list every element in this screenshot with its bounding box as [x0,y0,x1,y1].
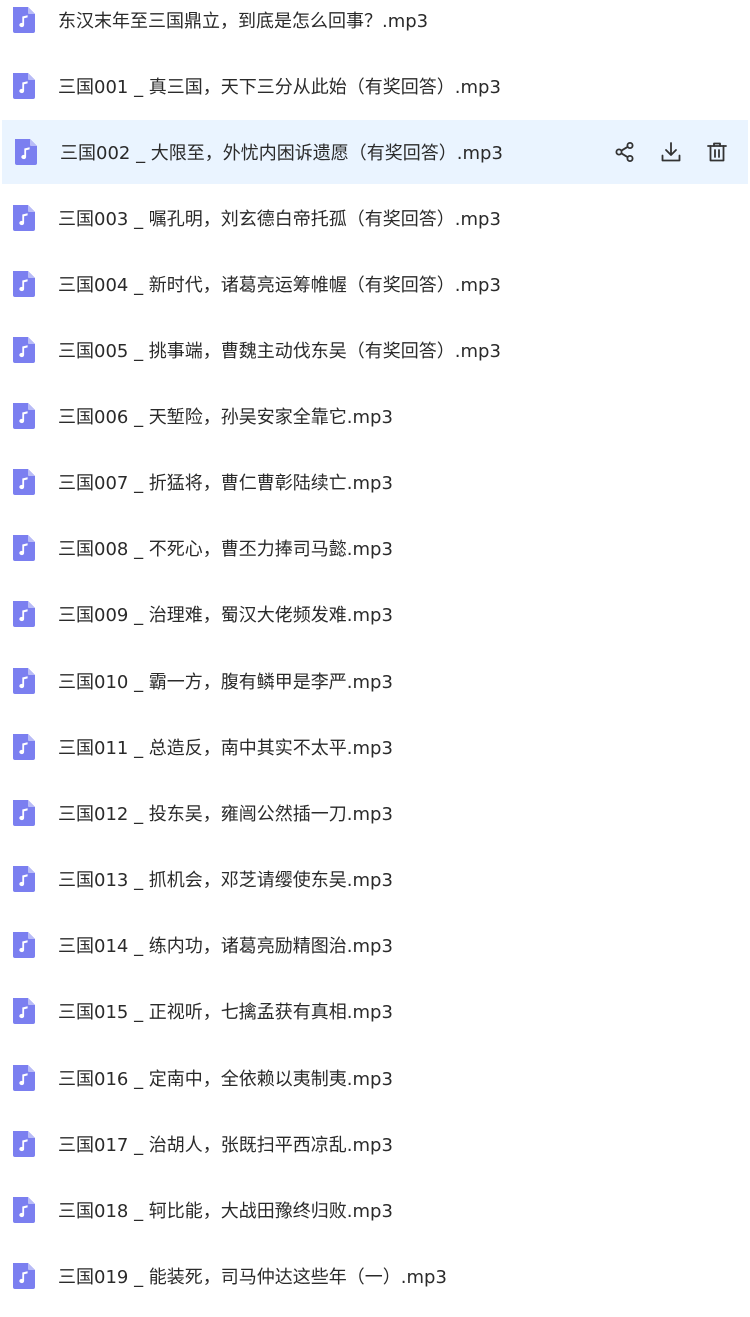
file-name: 三国003 _ 嘱孔明，刘玄德白帝托孤（有奖回答）.mp3 [58,209,501,230]
audio-file-icon [9,467,39,497]
file-name: 三国012 _ 投东吴，雍闿公然插一刀.mp3 [58,804,393,825]
audio-file-icon [9,1195,39,1225]
share-icon [615,142,634,162]
share-button[interactable] [612,139,638,165]
file-row[interactable]: 三国003 _ 嘱孔明，刘玄德白帝托孤（有奖回答）.mp3 [0,186,750,250]
audio-file-icon [9,798,39,828]
audio-file-icon [9,533,39,563]
audio-file-icon [9,71,39,101]
file-row[interactable]: 三国017 _ 治胡人，张既扫平西凉乱.mp3 [0,1112,750,1176]
audio-file-icon [9,203,39,233]
file-row[interactable]: 三国015 _ 正视听，七擒孟获有真相.mp3 [0,979,750,1043]
audio-file-icon [9,666,39,696]
file-name: 三国008 _ 不死心，曹丕力捧司马懿.mp3 [58,539,393,560]
file-row[interactable]: 三国001 _ 真三国，天下三分从此始（有奖回答）.mp3 [0,54,750,118]
audio-file-icon [9,5,39,35]
file-name: 三国009 _ 治理难，蜀汉大佬频发难.mp3 [58,605,393,626]
file-name: 三国019 _ 能装死，司马仲达这些年（一）.mp3 [58,1267,447,1288]
audio-file-icon [9,732,39,762]
file-row[interactable]: 三国012 _ 投东吴，雍闿公然插一刀.mp3 [0,781,750,845]
file-name: 三国015 _ 正视听，七擒孟获有真相.mp3 [58,1002,393,1023]
file-row[interactable]: 三国013 _ 抓机会，邓芝请缨使东吴.mp3 [0,847,750,911]
delete-icon [707,142,727,162]
file-list: 东汉末年至三国鼎立，到底是怎么回事？.mp3 三国001 _ 真三国，天下三分从… [0,0,750,1317]
file-name: 三国011 _ 总造反，南中其实不太平.mp3 [58,738,393,759]
file-name: 三国001 _ 真三国，天下三分从此始（有奖回答）.mp3 [58,77,501,98]
audio-file-icon [9,335,39,365]
audio-file-icon [9,1063,39,1093]
file-name: 三国013 _ 抓机会，邓芝请缨使东吴.mp3 [58,870,393,891]
file-name: 三国007 _ 折猛将，曹仁曹彰陆续亡.mp3 [58,473,393,494]
file-name: 三国014 _ 练内功，诸葛亮励精图治.mp3 [58,936,393,957]
file-name: 三国002 _ 大限至，外忧内困诉遗愿（有奖回答）.mp3 [60,143,503,164]
delete-button[interactable] [704,139,730,165]
audio-file-icon [9,269,39,299]
file-row[interactable]: 三国004 _ 新时代，诸葛亮运筹帷幄（有奖回答）.mp3 [0,252,750,316]
audio-file-icon [9,599,39,629]
file-row[interactable]: 三国014 _ 练内功，诸葛亮励精图治.mp3 [0,913,750,977]
file-row[interactable]: 三国016 _ 定南中，全依赖以夷制夷.mp3 [0,1046,750,1110]
file-row[interactable]: 三国010 _ 霸一方，腹有鳞甲是李严.mp3 [0,649,750,713]
file-row[interactable]: 三国007 _ 折猛将，曹仁曹彰陆续亡.mp3 [0,450,750,514]
file-row[interactable]: 三国018 _ 轲比能，大战田豫终归败.mp3 [0,1178,750,1242]
file-row[interactable]: 三国009 _ 治理难，蜀汉大佬频发难.mp3 [0,582,750,646]
file-row-selected[interactable]: 三国002 _ 大限至，外忧内困诉遗愿（有奖回答）.mp3 [2,120,748,184]
audio-file-icon [9,1261,39,1291]
audio-file-icon [11,137,41,167]
file-row[interactable]: 三国008 _ 不死心，曹丕力捧司马懿.mp3 [0,516,750,580]
audio-file-icon [9,864,39,894]
download-button[interactable] [658,139,684,165]
file-name: 三国016 _ 定南中，全依赖以夷制夷.mp3 [58,1069,393,1090]
file-name: 三国018 _ 轲比能，大战田豫终归败.mp3 [58,1201,393,1222]
file-name: 三国010 _ 霸一方，腹有鳞甲是李严.mp3 [58,672,393,693]
audio-file-icon [9,401,39,431]
file-name: 东汉末年至三国鼎立，到底是怎么回事？.mp3 [58,11,429,32]
audio-file-icon [9,996,39,1026]
file-row[interactable]: 三国005 _ 挑事端，曹魏主动伐东吴（有奖回答）.mp3 [0,318,750,382]
audio-file-icon [9,930,39,960]
file-row[interactable]: 三国011 _ 总造反，南中其实不太平.mp3 [0,715,750,779]
file-row[interactable]: 三国006 _ 天堑险，孙吴安家全靠它.mp3 [0,384,750,448]
file-name: 三国004 _ 新时代，诸葛亮运筹帷幄（有奖回答）.mp3 [58,275,501,296]
file-name: 三国017 _ 治胡人，张既扫平西凉乱.mp3 [58,1135,393,1156]
file-name: 三国005 _ 挑事端，曹魏主动伐东吴（有奖回答）.mp3 [58,341,501,362]
file-row[interactable]: 三国019 _ 能装死，司马仲达这些年（一）.mp3 [0,1244,750,1308]
file-row[interactable]: 东汉末年至三国鼎立，到底是怎么回事？.mp3 [0,0,750,52]
download-icon [661,142,681,162]
audio-file-icon [9,1129,39,1159]
file-name: 三国006 _ 天堑险，孙吴安家全靠它.mp3 [58,407,393,428]
row-actions [612,139,730,165]
